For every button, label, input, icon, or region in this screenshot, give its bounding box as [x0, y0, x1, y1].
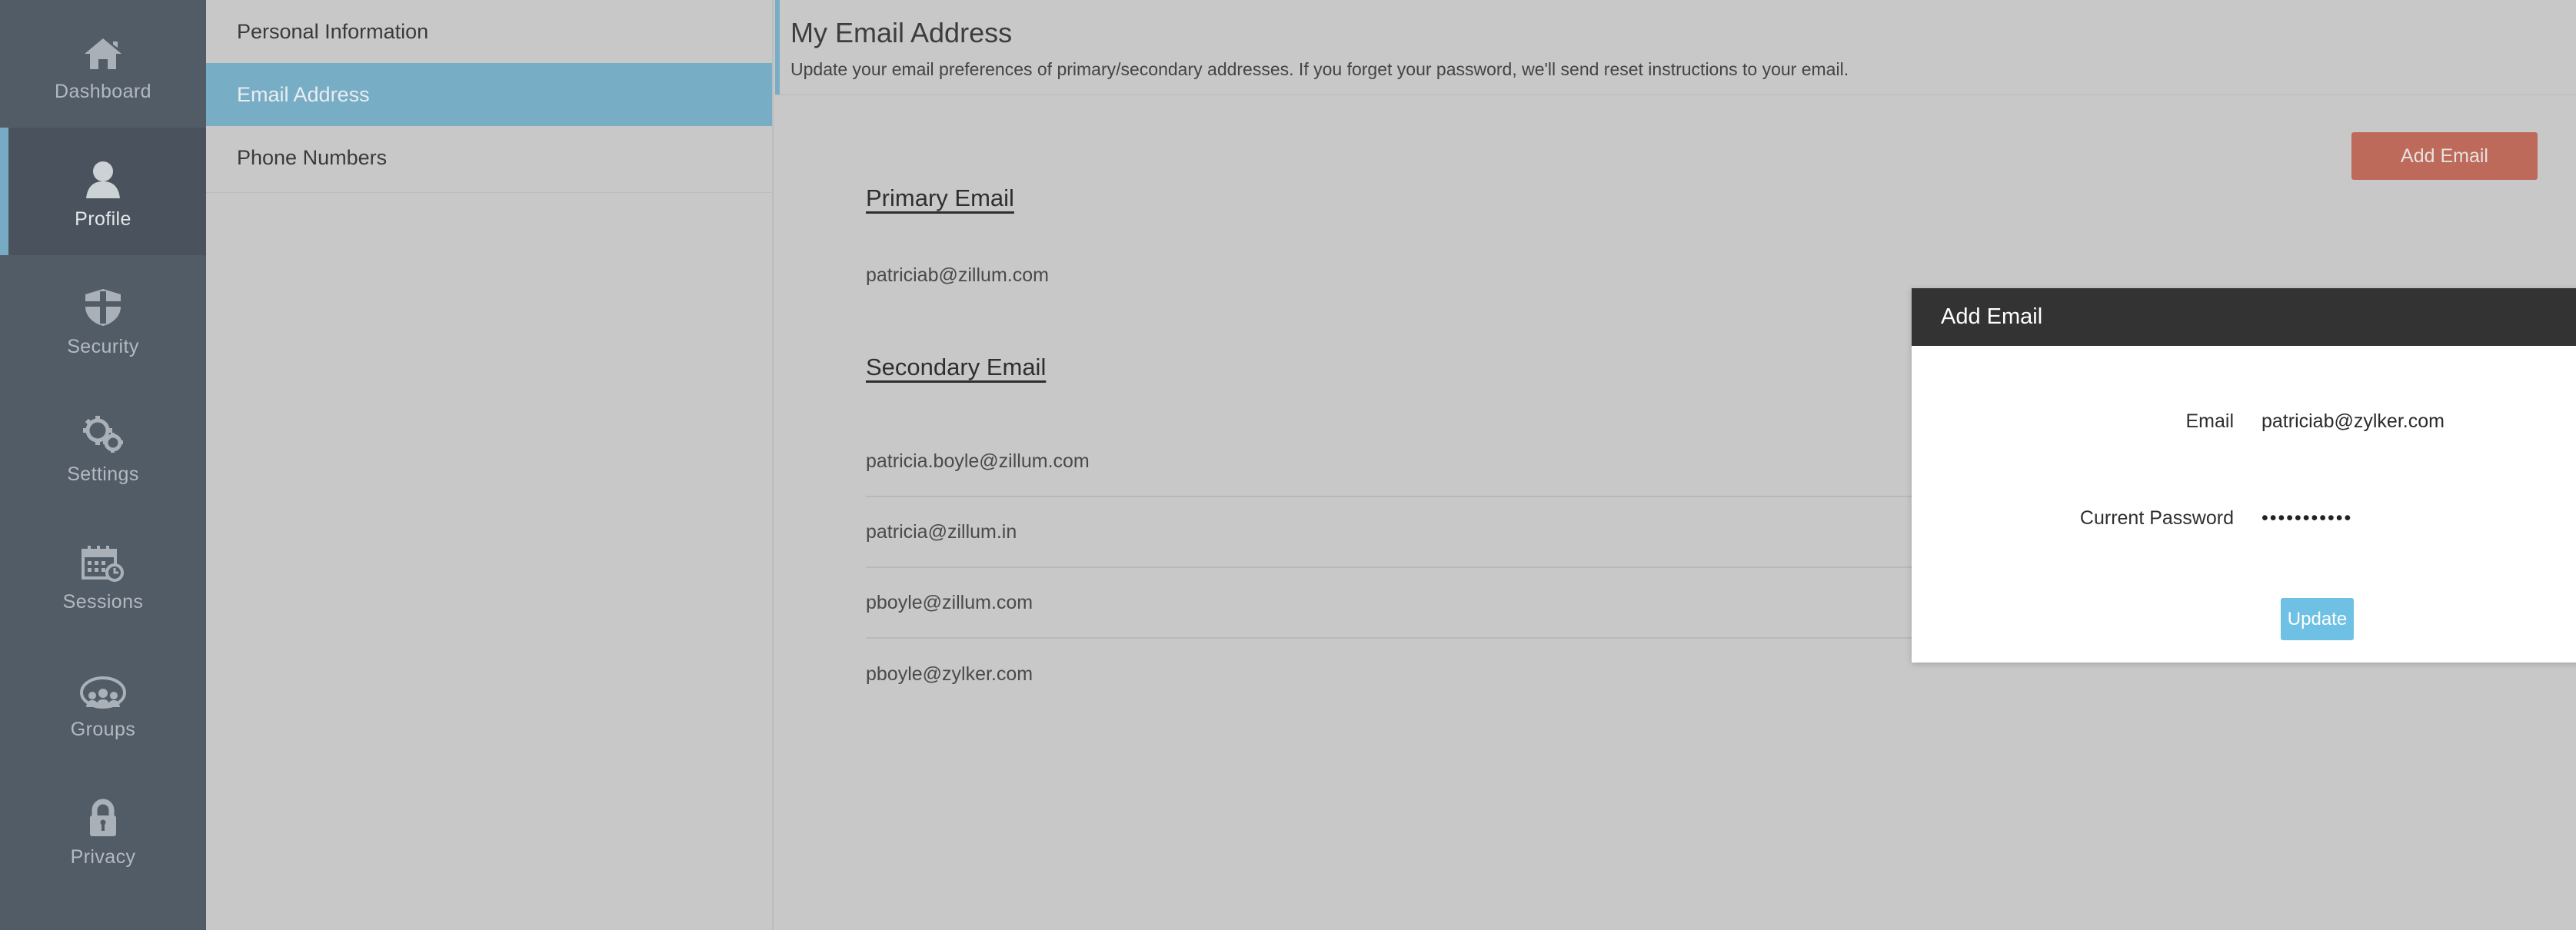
password-form-row: Current Password ••••••••••• — [1912, 507, 2576, 530]
sidebar-item-label: Settings — [67, 463, 139, 485]
primary-email-address: patriciab@zillum.com — [866, 264, 1049, 286]
gears-icon — [81, 407, 125, 455]
secondary-email-address: pboyle@zylker.com — [866, 663, 1033, 685]
update-button[interactable]: Update — [2281, 598, 2354, 640]
add-email-dialog: Add Email × Email patriciab@zylker.com C… — [1912, 288, 2576, 663]
nav-item-label: Email Address — [237, 82, 370, 106]
sidebar-item-label: Dashboard — [55, 81, 151, 102]
secondary-email-address: pboyle@zillum.com — [866, 591, 1033, 613]
sidebar-item-label: Security — [67, 336, 139, 357]
sidebar-item-phone-numbers[interactable]: Phone Numbers — [206, 126, 772, 189]
shield-icon — [82, 280, 124, 327]
nav-item-label: Personal Information — [237, 19, 429, 43]
sidebar-item-groups[interactable]: Groups — [0, 638, 206, 766]
sidebar-item-sessions[interactable]: Sessions — [0, 510, 206, 638]
secondary-email-address: patricia.boyle@zillum.com — [866, 450, 1090, 472]
current-password-label: Current Password — [2079, 507, 2234, 529]
page-header: My Email Address Update your email prefe… — [775, 0, 2576, 95]
user-icon — [82, 152, 125, 200]
email-field[interactable]: patriciab@zylker.com — [2261, 410, 2445, 433]
dialog-header: Add Email × — [1912, 288, 2576, 346]
dialog-body: Email patriciab@zylker.com Current Passw… — [1912, 346, 2576, 663]
email-form-row: Email patriciab@zylker.com — [1912, 410, 2576, 433]
page-title: My Email Address — [790, 17, 1013, 48]
nav-item-label: Phone Numbers — [237, 145, 388, 169]
sidebar-item-label: Profile — [75, 208, 131, 230]
home-icon — [82, 25, 125, 72]
page-subtitle: Update your email preferences of primary… — [790, 59, 1849, 79]
add-email-button[interactable]: Add Email — [2351, 132, 2538, 180]
sidebar-item-dashboard[interactable]: Dashboard — [0, 0, 206, 128]
sidebar-item-privacy[interactable]: Privacy — [0, 766, 206, 893]
calendar-clock-icon — [80, 535, 126, 583]
sidebar-item-label: Sessions — [62, 591, 144, 613]
sidebar-item-personal-information[interactable]: Personal Information — [206, 0, 772, 63]
nav-divider — [206, 192, 772, 193]
primary-email-heading: Primary Email — [866, 184, 1014, 211]
people-group-icon — [79, 663, 127, 710]
current-password-field[interactable]: ••••••••••• — [2261, 507, 2352, 530]
lock-icon — [85, 790, 121, 838]
secondary-email-heading: Secondary Email — [866, 354, 1047, 380]
secondary-nav: Personal Information Email Address Phone… — [206, 0, 774, 930]
sidebar-item-label: Privacy — [70, 846, 136, 868]
sidebar-item-settings[interactable]: Settings — [0, 383, 206, 510]
sidebar-item-security[interactable]: Security — [0, 255, 206, 383]
email-field-label: Email — [2185, 410, 2234, 432]
sidebar-item-label: Groups — [70, 719, 136, 740]
main-content: My Email Address Update your email prefe… — [775, 0, 2576, 930]
sidebar-item-profile[interactable]: Profile — [0, 128, 206, 255]
sidebar-item-email-address[interactable]: Email Address — [206, 63, 772, 126]
primary-sidebar: Dashboard Profile Security Settings Sess… — [0, 0, 206, 930]
dialog-title: Add Email — [1941, 304, 2043, 329]
secondary-email-address: patricia@zillum.in — [866, 520, 1017, 543]
